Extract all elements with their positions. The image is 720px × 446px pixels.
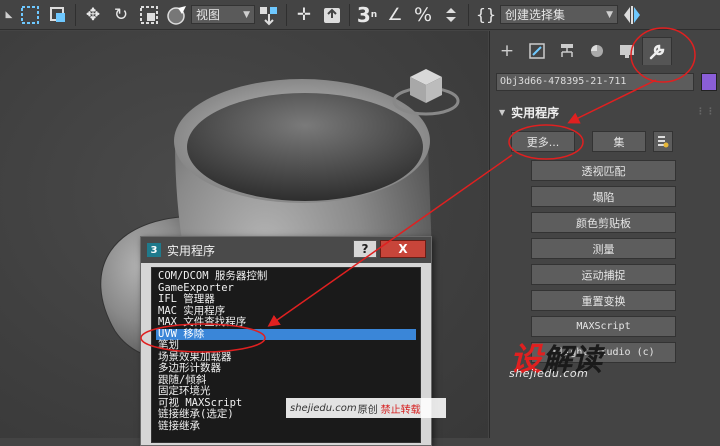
named-selection-set-dropdown[interactable]: 创建选择集 ▼ [500, 5, 618, 24]
utility-button-reset-xform[interactable]: 重置变换 [531, 290, 676, 311]
object-name-field[interactable]: Obj3d66-478395-21-711 [496, 73, 694, 91]
chevron-down-icon: ▼ [243, 9, 250, 20]
utility-button-motion-capture[interactable]: 运动捕捉 [531, 264, 676, 285]
3dsmax-logo-icon: 3 [147, 243, 161, 257]
dialog-close-button[interactable]: X [380, 240, 426, 258]
spinner-snap-icon[interactable] [437, 2, 465, 28]
percent-snap-icon[interactable]: % [409, 2, 437, 28]
command-panel-tabs: + [490, 37, 720, 67]
keyboard-shortcut-icon[interactable] [318, 2, 346, 28]
watermark-url: shejiedu.com [509, 367, 589, 380]
list-item[interactable]: COM/DCOM 服务器控制 [156, 270, 416, 283]
list-item[interactable]: 链接继承 [156, 420, 416, 433]
select-manipulate-icon[interactable]: ✛ [290, 2, 318, 28]
watermark-bar-original: 原创 [357, 404, 378, 416]
window-crossing-icon[interactable] [44, 2, 72, 28]
toolbar-separator [75, 3, 76, 26]
scale-icon[interactable] [135, 2, 163, 28]
angle-snap-icon[interactable]: ∠ [381, 2, 409, 28]
dialog-title: 实用程序 [167, 243, 216, 258]
list-item[interactable]: 多边形计数器 [156, 362, 416, 375]
motion-icon [591, 45, 603, 57]
chevron-down-icon: ▼ [606, 9, 613, 20]
mirror-icon[interactable] [618, 2, 646, 28]
hierarchy-icon [561, 44, 573, 57]
named-selection-set-value: 创建选择集 [505, 8, 566, 22]
tab-modify[interactable] [522, 37, 552, 65]
percent-snap-symbol: % [413, 3, 433, 26]
edit-named-selection-icon[interactable]: {} [472, 2, 500, 28]
utility-button-collapse[interactable]: 塌陷 [531, 186, 676, 207]
grip-icon: ⋮⋮ [696, 107, 716, 117]
list-item[interactable]: IFL 管理器 [156, 293, 416, 306]
select-region-icon[interactable] [16, 2, 44, 28]
watermark-bar-forbid: 禁止转载 [380, 404, 421, 416]
object-color-swatch[interactable] [701, 73, 717, 91]
watermark-bar: shejiedu.com 原创 禁止转载 [286, 398, 446, 418]
rollout-title: 实用程序 [511, 105, 560, 120]
list-item[interactable]: 固定环境光 [156, 385, 416, 398]
snaps-number: 3 [356, 2, 371, 27]
tab-motion[interactable] [582, 37, 612, 65]
list-item[interactable]: MAX 文件查找程序 [156, 316, 416, 329]
toolbar-separator [468, 3, 469, 26]
rotate-icon[interactable]: ↻ [107, 2, 135, 28]
move-icon[interactable]: ✥ [79, 2, 107, 28]
toolbar-separator [349, 3, 350, 26]
utilities-rollout-header[interactable]: ▼ 实用程序 ⋮⋮ [496, 103, 716, 121]
tab-hierarchy[interactable] [552, 37, 582, 65]
utility-button-perspective-match[interactable]: 透视匹配 [531, 160, 676, 181]
sets-button[interactable]: 集 [592, 131, 646, 152]
modify-icon [529, 43, 545, 59]
tab-utilities[interactable] [642, 37, 672, 65]
configure-sets-icon [658, 135, 669, 147]
more-button[interactable]: 更多... [511, 131, 575, 152]
reference-coordinate-dropdown[interactable]: 视图 ▼ [191, 5, 255, 24]
toolbar-separator [286, 3, 287, 26]
utility-button-color-clipboard[interactable]: 颜色剪贴板 [531, 212, 676, 233]
main-toolbar: ◣ ✥ ↻ 视图 ▼ ✛ 3n ∠ % {} 创建选择集 ▼ [0, 0, 720, 30]
reference-coordinate-value: 视图 [196, 8, 221, 22]
plus-icon: + [499, 41, 515, 61]
collapse-triangle-icon: ▼ [499, 107, 506, 117]
pivot-center-icon[interactable] [255, 2, 283, 28]
wrench-icon [649, 44, 665, 59]
list-item[interactable]: 笔划 [156, 339, 416, 352]
braces-symbol: {} [475, 5, 497, 24]
watermark-bar-url: shejiedu.com [290, 402, 357, 414]
toolbar-expand-icon[interactable]: ◣ [2, 2, 16, 28]
snaps-toggle-icon[interactable]: 3n [353, 2, 381, 28]
dialog-help-button[interactable]: ? [353, 240, 377, 258]
configure-button-sets-icon[interactable] [653, 131, 673, 152]
tab-display[interactable] [612, 37, 642, 65]
display-icon [620, 45, 634, 58]
utility-button-measure[interactable]: 测量 [531, 238, 676, 259]
placement-icon[interactable] [163, 2, 191, 28]
dialog-title-bar[interactable]: 3 实用程序 ? X [141, 237, 431, 263]
tab-create[interactable]: + [492, 37, 522, 65]
list-item-selected[interactable]: UVW 移除 [156, 328, 416, 340]
